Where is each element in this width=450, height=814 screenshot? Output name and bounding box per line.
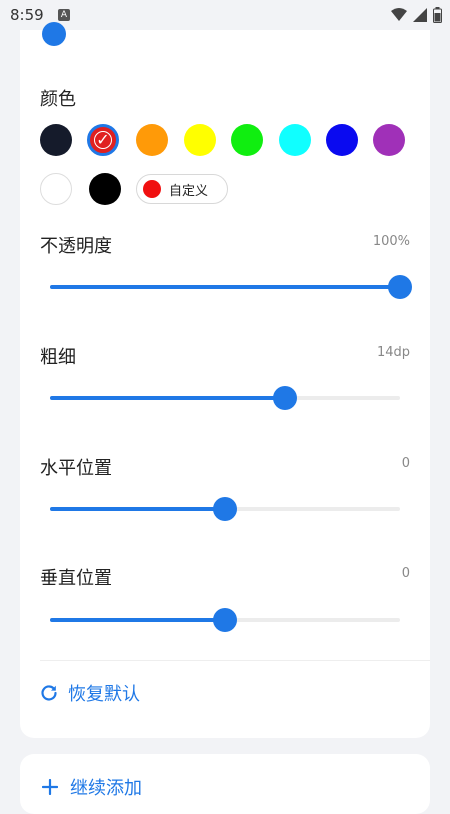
color-swatch-red[interactable]: ✓ xyxy=(87,124,119,156)
custom-color-chip[interactable]: 自定义 xyxy=(136,174,228,204)
color-swatch-cyan[interactable] xyxy=(279,124,311,156)
vertical-position-value: 0 xyxy=(401,566,410,581)
custom-color-label: 自定义 xyxy=(169,183,209,199)
color-swatch-yellow[interactable] xyxy=(184,124,216,156)
plus-icon xyxy=(42,779,58,795)
thickness-label: 粗细 xyxy=(40,347,76,368)
reset-default-button[interactable]: 恢复默认 xyxy=(40,680,140,706)
divider xyxy=(40,660,430,661)
continue-add-label: 继续添加 xyxy=(70,778,142,799)
signal-icon xyxy=(413,8,427,22)
custom-color-dot xyxy=(143,180,161,198)
color-swatch-white[interactable] xyxy=(40,173,72,205)
vertical-slider-thumb[interactable] xyxy=(213,608,237,632)
color-swatch-green[interactable] xyxy=(231,124,263,156)
horizontal-slider-thumb[interactable] xyxy=(213,497,237,521)
status-icons xyxy=(391,6,442,24)
settings-card: 颜色 ✓ 自定义 不透明度 100% 粗细 14dp 水平位置 0 垂直位置 0 xyxy=(20,22,430,738)
opacity-slider-thumb[interactable] xyxy=(388,275,412,299)
reset-default-label: 恢复默认 xyxy=(68,684,140,705)
horizontal-position-label: 水平位置 xyxy=(40,458,112,479)
horizontal-position-slider[interactable] xyxy=(50,497,400,521)
notification-app-icon: A xyxy=(58,9,70,21)
thickness-slider-thumb[interactable] xyxy=(273,386,297,410)
color-swatch-blue[interactable] xyxy=(326,124,358,156)
add-more-card: 继续添加 xyxy=(20,754,430,814)
battery-icon xyxy=(433,7,442,23)
color-swatch-purple[interactable] xyxy=(373,124,405,156)
opacity-value: 100% xyxy=(372,234,410,249)
opacity-slider[interactable] xyxy=(50,275,412,299)
opacity-slider-fill xyxy=(50,285,400,289)
previous-slider-thumb[interactable] xyxy=(42,22,66,46)
vertical-position-slider[interactable] xyxy=(50,608,400,632)
thickness-slider[interactable] xyxy=(50,386,400,410)
wifi-icon xyxy=(391,8,407,21)
status-time: 8:59 xyxy=(10,6,44,24)
opacity-label: 不透明度 xyxy=(40,236,112,257)
thickness-value: 14dp xyxy=(376,345,410,360)
status-bar: 8:59 A xyxy=(0,0,450,30)
vertical-slider-fill xyxy=(50,618,225,622)
vertical-position-label: 垂直位置 xyxy=(40,568,112,589)
thickness-slider-fill xyxy=(50,396,285,400)
horizontal-position-value: 0 xyxy=(401,456,410,471)
color-swatch-black[interactable] xyxy=(89,173,121,205)
color-swatch-orange[interactable] xyxy=(136,124,168,156)
check-icon: ✓ xyxy=(96,130,110,149)
color-label: 颜色 xyxy=(40,89,76,110)
refresh-icon xyxy=(41,685,57,701)
color-swatch-navy[interactable] xyxy=(40,124,72,156)
horizontal-slider-fill xyxy=(50,507,225,511)
continue-add-button[interactable]: 继续添加 xyxy=(42,774,142,800)
